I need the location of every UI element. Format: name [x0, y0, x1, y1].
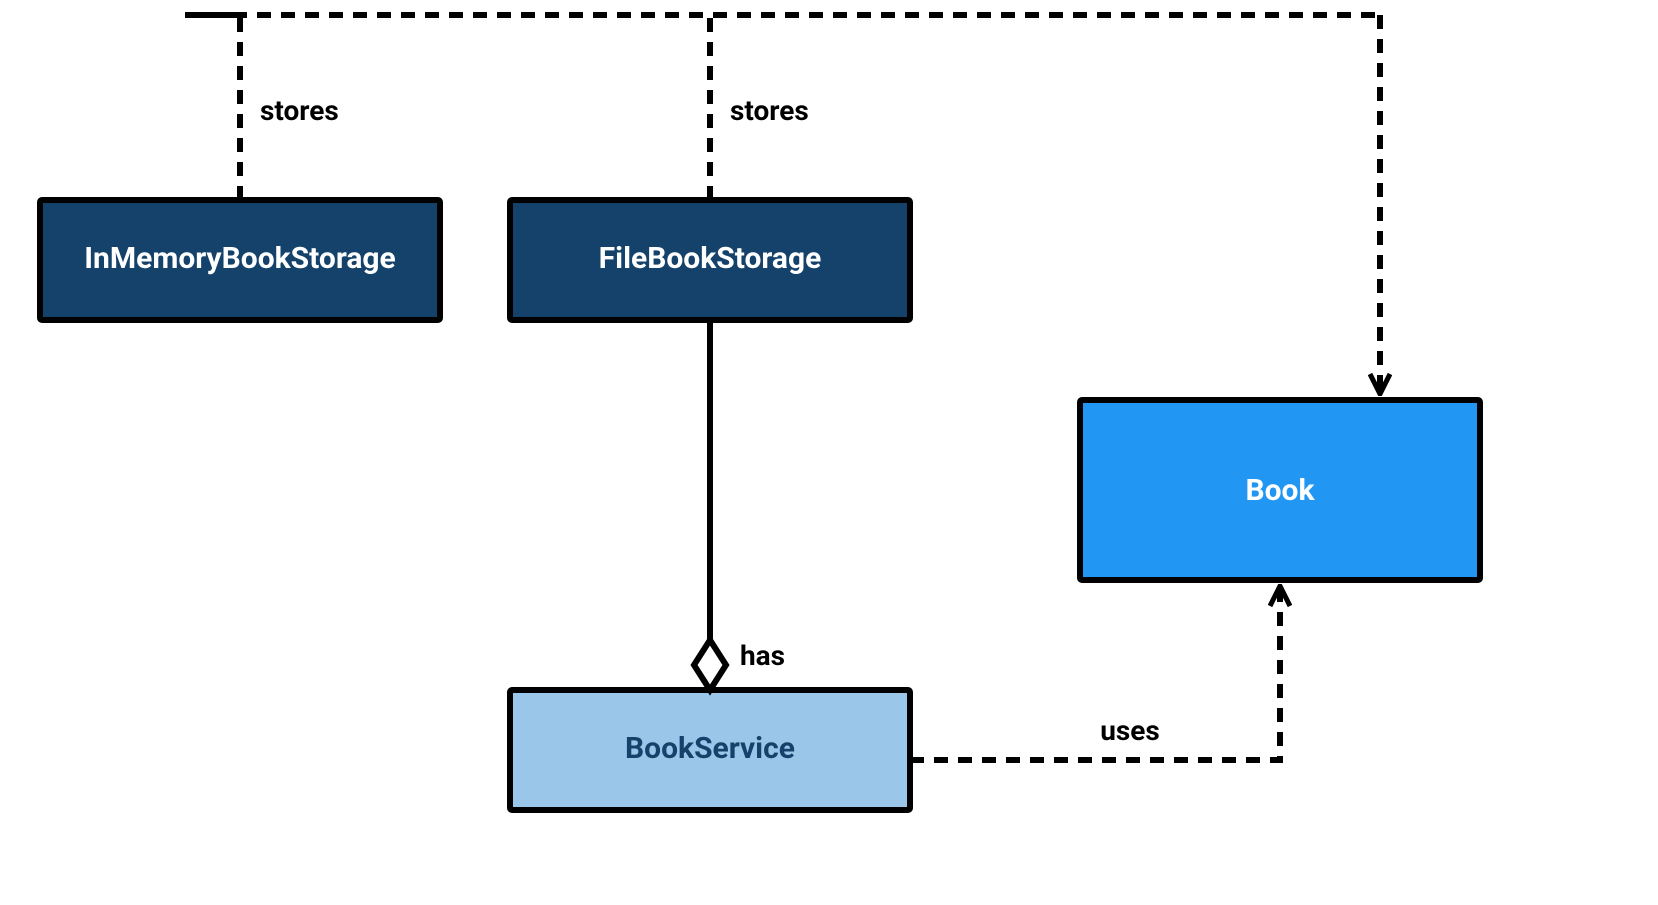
node-file-book-storage: FileBookStorage	[510, 200, 910, 320]
edge-uses-label: uses	[1100, 714, 1160, 747]
node-bookservice-label: BookService	[625, 731, 795, 766]
edge-stores-inmemory	[185, 15, 240, 200]
node-filestore-label: FileBookStorage	[599, 241, 822, 276]
node-book-label: Book	[1245, 473, 1315, 508]
node-book-service: BookService	[510, 690, 910, 810]
edge-stores-inmemory-label: stores	[260, 94, 339, 127]
node-inmemory-label: InMemoryBookStorage	[84, 241, 395, 276]
edge-has-label: has	[740, 639, 785, 672]
class-diagram: InMemoryBookStorage FileBookStorage Book…	[0, 0, 1658, 905]
edge-uses	[910, 586, 1280, 760]
node-inmemory-book-storage: InMemoryBookStorage	[40, 200, 440, 320]
edge-stores-filestore-label: stores	[730, 94, 809, 127]
edge-has-diamond	[694, 640, 726, 690]
node-book: Book	[1080, 400, 1480, 580]
